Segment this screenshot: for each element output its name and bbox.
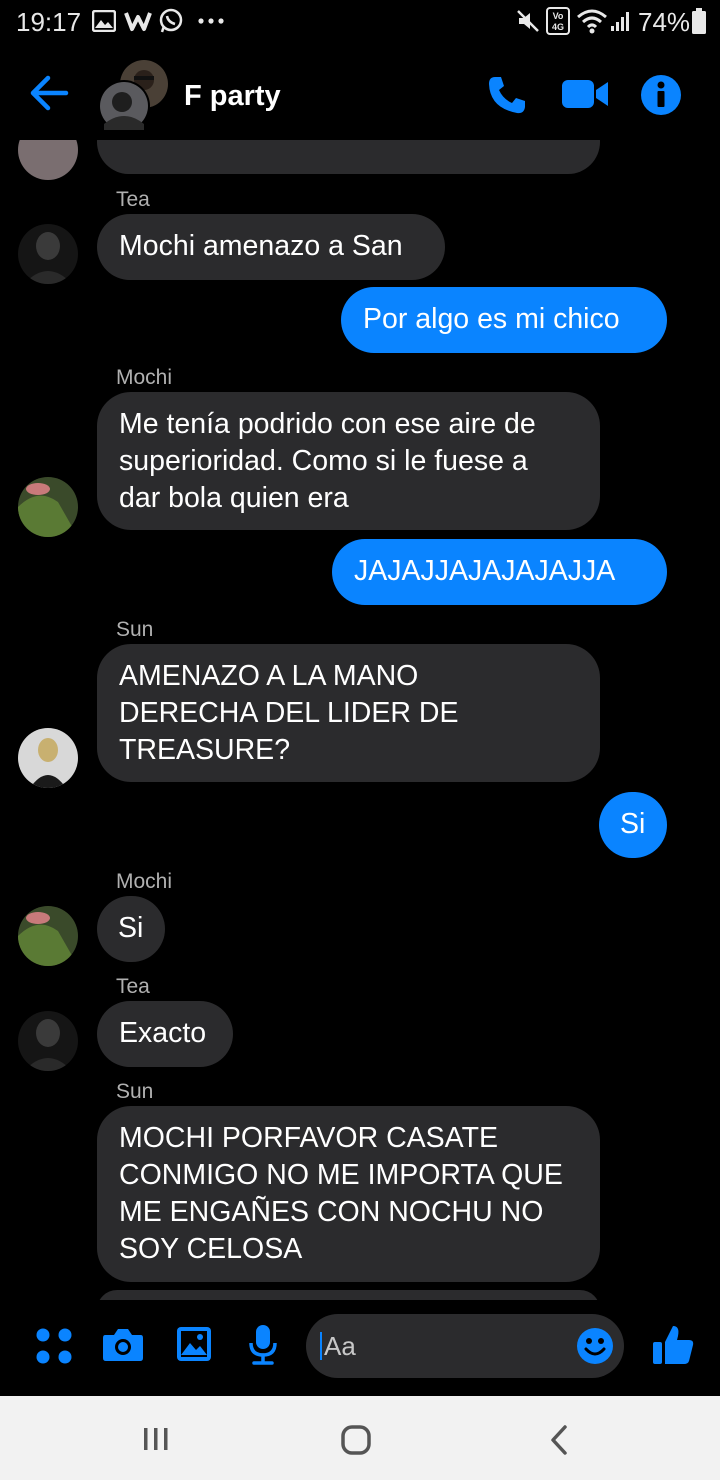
avatar (18, 224, 78, 284)
thumbs-up-icon[interactable] (652, 1324, 694, 1366)
sender-name: Mochi (116, 870, 173, 893)
apps-grid-icon[interactable] (36, 1328, 72, 1364)
sender-name: Tea (116, 188, 150, 211)
signal-icon (611, 12, 629, 31)
message-input[interactable]: Aa (306, 1314, 624, 1378)
message-bubble-partial[interactable] (97, 1290, 600, 1300)
camera-icon[interactable] (102, 1326, 144, 1362)
message-bubble[interactable]: MOCHI PORFAVOR CASATE CONMIGO NO ME IMPO… (97, 1106, 600, 1282)
message-bubble[interactable]: Exacto (97, 1001, 233, 1067)
message-list[interactable]: hoy Tea Mochi amenazo a San Por algo es … (0, 140, 720, 1300)
message-bubble-outgoing[interactable]: Si (599, 792, 667, 858)
video-camera-icon[interactable] (562, 78, 610, 110)
group-avatar[interactable] (98, 58, 172, 132)
gallery-icon (92, 10, 116, 32)
avatar (18, 1011, 78, 1071)
home-icon[interactable] (340, 1424, 372, 1456)
message-bubble[interactable]: AMENAZO A LA MANO DERECHA DEL LIDER DE T… (97, 644, 600, 782)
svg-text:4G: 4G (552, 22, 564, 32)
recent-apps-icon[interactable] (142, 1426, 170, 1452)
message-input-placeholder: Aa (320, 1332, 356, 1360)
system-nav-bar (0, 1396, 720, 1480)
whatsapp-icon (159, 8, 183, 33)
mute-icon (517, 10, 539, 32)
avatar (18, 728, 78, 788)
svg-text:Vo: Vo (553, 11, 564, 21)
battery-percent: 74% (638, 7, 691, 37)
message-bubble[interactable]: Mochi amenazo a San (97, 214, 445, 280)
status-bar: 19:17 Vo 4G 74% (0, 0, 720, 44)
message-bubble[interactable]: Si (97, 896, 165, 962)
status-time: 19:17 (16, 7, 82, 37)
back-nav-icon[interactable] (548, 1424, 570, 1456)
battery-icon (692, 8, 706, 34)
message-bubble-partial[interactable]: hoy (97, 140, 600, 174)
back-arrow-icon[interactable] (28, 72, 70, 114)
phone-icon[interactable] (486, 74, 528, 116)
emoji-icon[interactable] (576, 1327, 614, 1365)
message-bubble-outgoing[interactable]: JAJAJJAJAJAJAJJA (332, 539, 667, 605)
message-bubble[interactable]: Me tenía podrido con ese aire de superio… (97, 392, 600, 530)
message-bubble-outgoing[interactable]: Por algo es mi chico (341, 287, 667, 353)
chat-header: F party (0, 44, 720, 148)
info-icon[interactable] (640, 74, 682, 116)
sender-name: Mochi (116, 366, 173, 389)
sender-name: Sun (116, 618, 154, 641)
more-dots-icon (198, 18, 224, 24)
chat-title[interactable]: F party (184, 80, 281, 113)
avatar (18, 477, 78, 537)
volte-4g-icon: Vo 4G (546, 7, 570, 35)
avatar (18, 906, 78, 966)
wifi-icon (577, 9, 607, 34)
composer-bar: Aa (0, 1300, 720, 1396)
gallery-icon[interactable] (176, 1326, 212, 1362)
microphone-icon[interactable] (248, 1324, 278, 1366)
sender-name: Sun (116, 1080, 154, 1103)
avatar (18, 140, 78, 180)
sender-name: Tea (116, 975, 150, 998)
w-app-icon (124, 12, 152, 31)
